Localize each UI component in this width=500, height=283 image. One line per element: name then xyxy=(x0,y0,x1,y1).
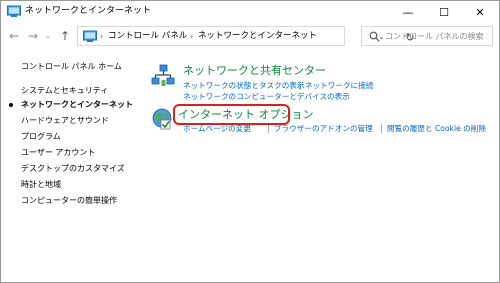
sidebar-item-user-accounts[interactable]: ユーザー アカウント xyxy=(21,147,95,158)
view-network-computers-link[interactable]: ネットワークのコンピューターとデバイスの表示 xyxy=(183,91,350,102)
breadcrumb-control-panel[interactable]: コントロール パネル xyxy=(108,30,187,43)
network-folder-icon xyxy=(7,5,21,17)
network-sharing-center-title[interactable]: ネットワークと共有センター xyxy=(183,64,326,78)
control-panel-window: ネットワークとインターネット — ☐ ✕ ← → ⌄ ↑ › コントロール パネ… xyxy=(0,0,500,283)
delete-history-cookies-link[interactable]: 閲覧の履歴と Cookie の削除 xyxy=(387,123,486,134)
connect-to-network-link[interactable]: ネットワークに接続 xyxy=(305,80,373,91)
sidebar-item-clock-region[interactable]: 時計と地域 xyxy=(21,179,61,190)
forward-button[interactable]: → xyxy=(25,27,41,45)
window-title: ネットワークとインターネット xyxy=(25,6,152,16)
maximize-button[interactable]: ☐ xyxy=(427,1,461,23)
breadcrumb-separator[interactable]: › xyxy=(190,30,193,43)
title-bar: ネットワークとインターネット — ☐ ✕ xyxy=(1,1,499,23)
close-button[interactable]: ✕ xyxy=(463,1,497,23)
view-network-status-link[interactable]: ネットワークの状態とタスクの表示 xyxy=(183,80,305,91)
address-bar[interactable]: › コントロール パネル › ネットワークとインターネット ⌄ ↻ xyxy=(77,26,415,46)
sidebar-item-network-internet[interactable]: ネットワークとインターネット xyxy=(21,99,133,110)
sidebar-item-ease-of-access[interactable]: コンピューターの簡単操作 xyxy=(21,195,117,206)
manage-addons-link[interactable]: ブラウザーのアドオンの管理 xyxy=(274,123,373,134)
search-placeholder: コントロール パネルの検索 xyxy=(385,32,484,41)
back-button[interactable]: ← xyxy=(6,27,22,45)
network-center-icon xyxy=(151,64,175,86)
sidebar-item-system-security[interactable]: システムとセキュリティ xyxy=(21,85,108,96)
internet-options-icon xyxy=(152,108,172,130)
current-item-bullet xyxy=(9,103,13,107)
search-input[interactable]: コントロール パネルの検索 xyxy=(361,26,493,46)
network-folder-icon xyxy=(83,30,97,42)
sidebar-item-programs[interactable]: プログラム xyxy=(21,131,61,142)
link-separator xyxy=(299,81,300,90)
category-network-sharing-center: ネットワークと共有センター ネットワークの状態とタスクの表示 ネットワークに接続… xyxy=(151,64,491,104)
control-panel-home-link[interactable]: コントロール パネル ホーム xyxy=(21,61,122,72)
recent-locations-button[interactable]: ⌄ xyxy=(43,27,53,45)
minimize-button[interactable]: — xyxy=(391,1,425,23)
search-icon xyxy=(369,31,380,42)
navigation-bar: ← → ⌄ ↑ › コントロール パネル › ネットワークとインターネット ⌄ … xyxy=(1,25,499,47)
link-separator xyxy=(268,124,269,133)
breadcrumb-separator[interactable]: › xyxy=(100,30,103,43)
highlight-internet-options xyxy=(173,104,290,125)
sidebar-item-hardware-sound[interactable]: ハードウェアとサウンド xyxy=(21,115,109,126)
up-button[interactable]: ↑ xyxy=(57,27,73,45)
link-separator xyxy=(381,124,382,133)
breadcrumb-network-internet[interactable]: ネットワークとインターネット xyxy=(198,30,317,43)
sidebar-item-desktop-customization[interactable]: デスクトップのカスタマイズ xyxy=(21,163,125,174)
